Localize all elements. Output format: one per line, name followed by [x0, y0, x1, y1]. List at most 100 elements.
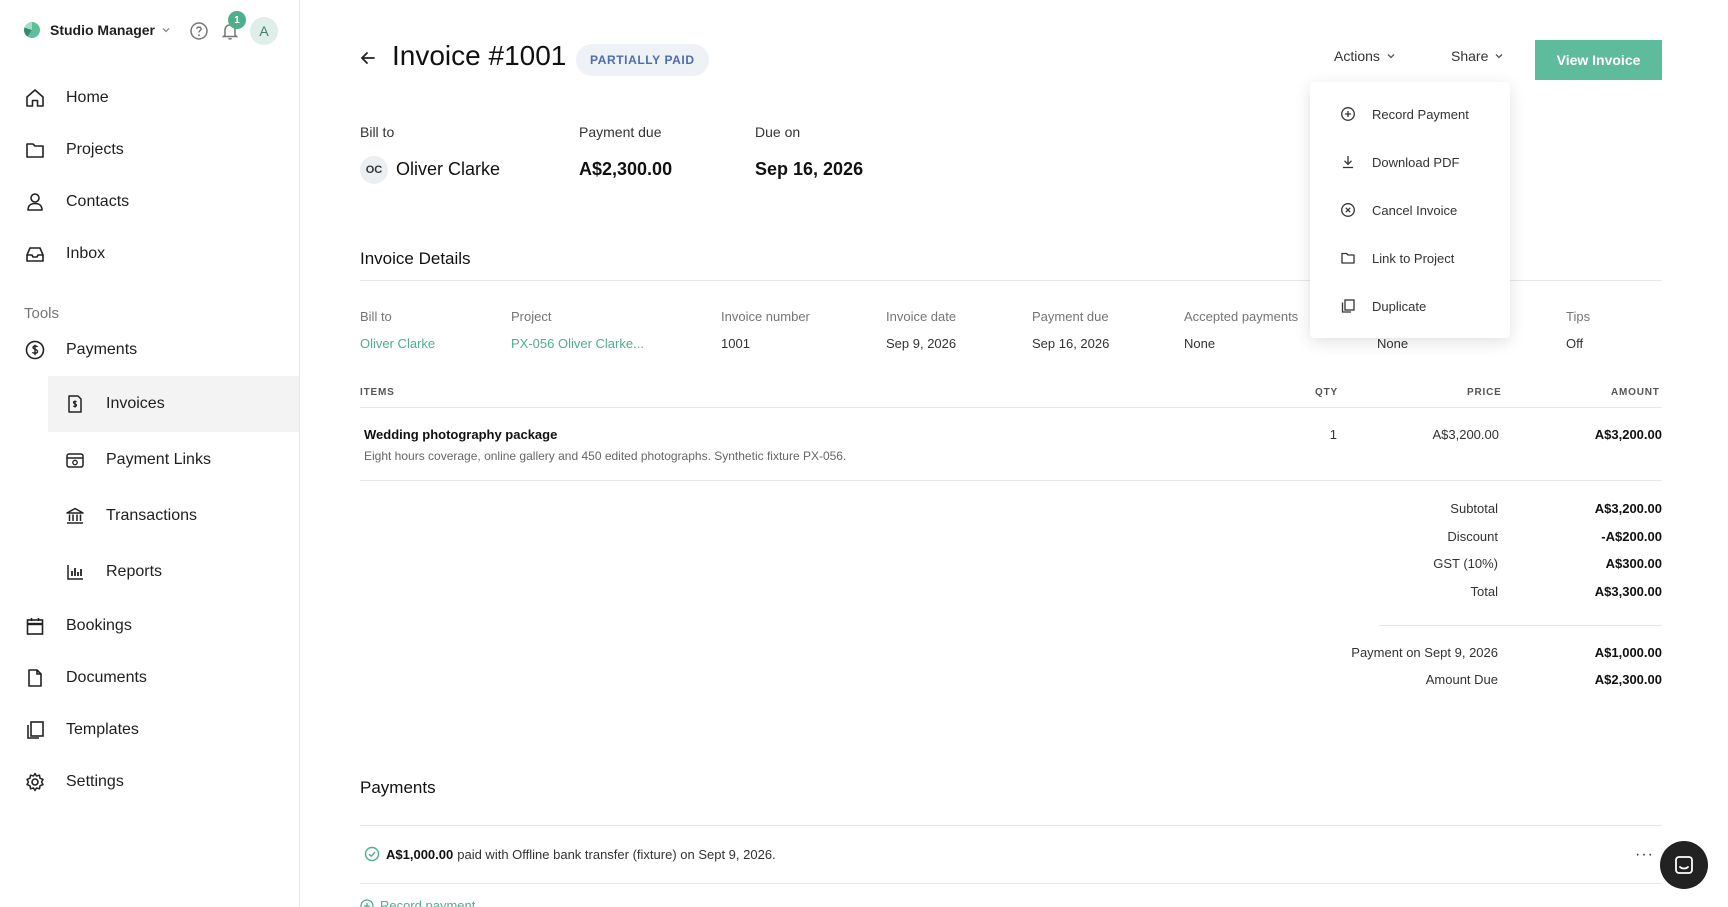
notifications-button[interactable]: 1: [219, 11, 246, 42]
templates-icon: [24, 719, 46, 741]
divider: [360, 407, 1662, 408]
sidebar-item-transactions[interactable]: Transactions: [48, 488, 299, 544]
menu-item-cancel-invoice[interactable]: Cancel Invoice: [1310, 186, 1510, 234]
subtotal-label: Subtotal: [1450, 501, 1498, 516]
menu-item-label: Duplicate: [1372, 298, 1427, 314]
due-on-date: Sep 16, 2026: [755, 159, 864, 179]
sidebar-item-home[interactable]: Home: [0, 72, 299, 124]
sidebar-item-settings[interactable]: Settings: [0, 756, 299, 808]
detail-project-label: Project: [511, 309, 552, 324]
column-header-amount: AMOUNT: [1611, 387, 1660, 398]
detail-invoice-number-label: Invoice number: [721, 309, 810, 324]
workspace-switcher[interactable]: Studio Manager: [24, 18, 171, 42]
folder-icon: [24, 139, 46, 161]
detail-bill-to-link[interactable]: Oliver Clarke: [360, 336, 435, 351]
sidebar-item-documents[interactable]: Documents: [0, 652, 299, 704]
top-icons: 1 A: [188, 11, 278, 45]
menu-item-label: Download PDF: [1372, 154, 1460, 170]
detail-accepted-payments-value: None: [1184, 336, 1216, 351]
total-label: Total: [1470, 584, 1498, 599]
detail-tips-label: Tips: [1566, 309, 1591, 324]
view-invoice-button[interactable]: View Invoice: [1535, 40, 1662, 80]
detail-bill-to-label: Bill to: [360, 309, 392, 324]
sidebar-item-reports[interactable]: Reports: [48, 544, 299, 600]
sidebar-item-projects[interactable]: Projects: [0, 124, 299, 176]
chevron-down-icon: [1387, 54, 1395, 59]
chat-button[interactable]: [1660, 841, 1708, 889]
help-icon[interactable]: [188, 20, 210, 42]
page-title: Invoice #1001: [392, 40, 567, 71]
detail-hidden-value: None: [1377, 336, 1409, 351]
column-header-qty: QTY: [1315, 387, 1338, 398]
sidebar-item-contacts[interactable]: Contacts: [0, 176, 299, 228]
discount-label: Discount: [1447, 529, 1498, 544]
avatar[interactable]: A: [250, 17, 278, 45]
divider: [360, 883, 1662, 884]
client-avatar: OC: [360, 156, 388, 184]
payment-line-label: Payment on Sept 9, 2026: [1351, 645, 1498, 660]
divider: [360, 480, 1662, 481]
gear-icon: [24, 771, 46, 793]
folder-icon: [1340, 250, 1356, 266]
arrow-left-icon: [361, 52, 375, 64]
menu-item-duplicate[interactable]: Duplicate: [1310, 282, 1510, 330]
sidebar-item-invoices[interactable]: Invoices: [48, 376, 299, 432]
record-payment-label: Record payment: [380, 898, 476, 907]
payment-due-label: Payment due: [579, 124, 662, 140]
detail-invoice-number-value: 1001: [721, 336, 750, 351]
share-label: Share: [1451, 48, 1489, 64]
sidebar-item-label: Templates: [66, 721, 139, 738]
detail-tips-value: Off: [1566, 336, 1584, 351]
line-item-qty: 1: [1329, 427, 1337, 442]
inbox-icon: [24, 243, 46, 265]
divider: [360, 825, 1662, 826]
chat-icon: [1675, 856, 1693, 874]
detail-invoice-date-value: Sep 9, 2026: [886, 336, 957, 351]
check-circle-icon: [364, 846, 380, 862]
detail-payment-due-value: Sep 16, 2026: [1032, 336, 1110, 351]
x-circle-icon: [1340, 202, 1356, 218]
sidebar-item-bookings[interactable]: Bookings: [0, 600, 299, 652]
sidebar-item-label: Inbox: [66, 245, 106, 262]
menu-item-record-payment[interactable]: Record Payment: [1310, 90, 1510, 138]
main-content: Invoice #1001 PARTIALLY PAID Actions Sha…: [300, 0, 1728, 907]
share-menu-button[interactable]: Share: [1451, 48, 1504, 64]
amount-due-value: A$2,300.00: [1594, 672, 1662, 687]
detail-project-link[interactable]: PX-056 Oliver Clarke...: [511, 336, 644, 351]
invoice-details-title: Invoice Details: [360, 249, 471, 268]
status-badge: PARTIALLY PAID: [576, 44, 709, 76]
menu-item-label: Cancel Invoice: [1372, 202, 1458, 218]
payment-link-icon: [64, 449, 86, 471]
sidebar-item-inbox[interactable]: Inbox: [0, 228, 299, 280]
record-payment-link[interactable]: Record payment: [360, 898, 475, 907]
sidebar-item-payments[interactable]: Payments: [0, 324, 299, 376]
payment-entry: A$1,000.00 paid with Offline bank transf…: [364, 846, 776, 862]
actions-label: Actions: [1334, 48, 1380, 64]
invoice-icon: [64, 393, 86, 415]
due-on-label: Due on: [755, 124, 801, 140]
home-icon: [24, 87, 46, 109]
gst-label: GST (10%): [1433, 556, 1498, 571]
brand-logo: [24, 22, 40, 38]
sidebar-item-label: Bookings: [66, 617, 132, 634]
actions-dropdown: Record Payment Download PDF Cancel Invoi…: [1310, 82, 1510, 338]
notification-badge: 1: [228, 11, 246, 29]
actions-menu-button[interactable]: Actions: [1334, 48, 1396, 64]
sidebar-item-templates[interactable]: Templates: [0, 704, 299, 756]
sidebar-item-label: Reports: [106, 563, 163, 580]
menu-item-download-pdf[interactable]: Download PDF: [1310, 138, 1510, 186]
menu-item-link-to-project[interactable]: Link to Project: [1310, 234, 1510, 282]
sidebar-item-label: Transactions: [106, 507, 197, 524]
payment-due-amount: A$2,300.00: [579, 159, 673, 179]
calendar-icon: [24, 615, 46, 637]
bill-to-label: Bill to: [360, 124, 395, 140]
sidebar-item-label: Contacts: [66, 193, 130, 210]
back-button[interactable]: [358, 48, 378, 68]
chevron-down-icon: [1495, 54, 1503, 59]
sidebar-item-payment-links[interactable]: Payment Links: [48, 432, 299, 488]
sidebar-item-label: Invoices: [106, 395, 165, 412]
payment-more-button[interactable]: ···: [1635, 846, 1654, 864]
detail-accepted-payments-label: Accepted payments: [1184, 309, 1299, 324]
sidebar-item-label: Home: [66, 89, 109, 106]
plus-circle-icon: [360, 898, 374, 907]
